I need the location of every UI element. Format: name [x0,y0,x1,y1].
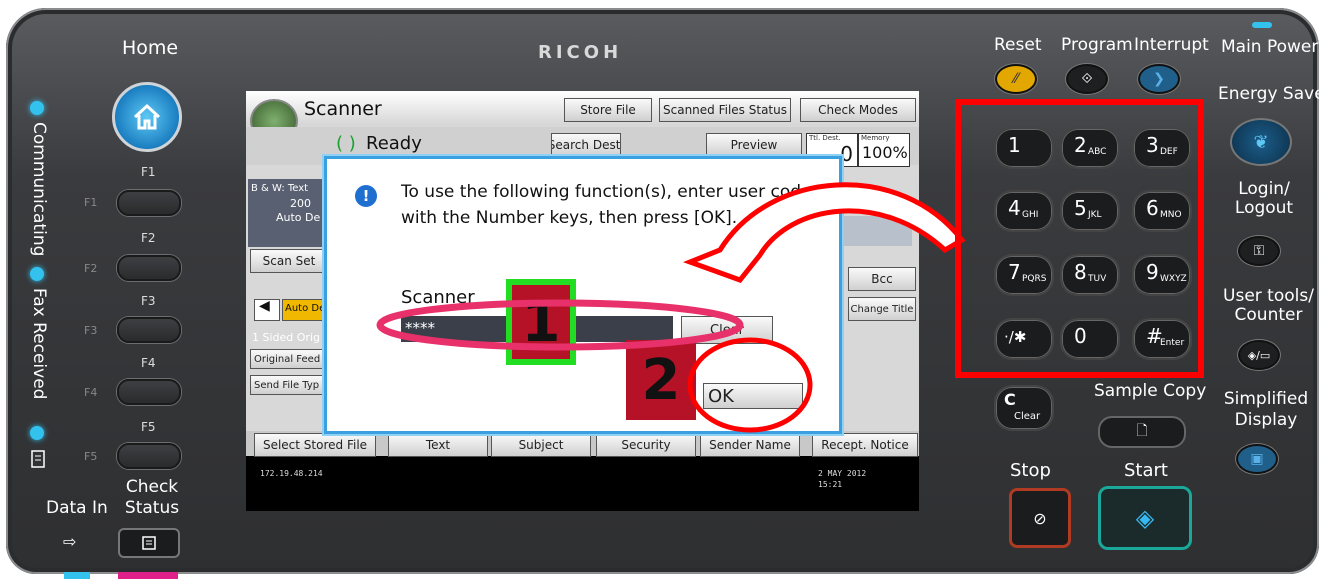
energy-saver-label: Energy Saver [1218,84,1325,104]
key-4-letters: GHI [1022,210,1039,220]
sample-copy-label: Sample Copy [1094,381,1207,401]
user-code-highlight-ellipse [376,299,744,351]
main-power-label: Main Power [1221,37,1319,57]
start-icon: ◈ [1135,504,1155,532]
key-5[interactable]: 5 JKL [1060,190,1120,232]
key-7[interactable]: 7 PQRS [994,254,1054,296]
stop-button[interactable]: ⊘ [1009,488,1071,548]
key-9[interactable]: 9 WXYZ [1132,254,1192,296]
login-key-icon: ⚿ [1253,243,1265,259]
simplified-display-button[interactable]: ▣ [1236,444,1278,474]
key-4[interactable]: 4 GHI [994,190,1054,232]
simplified-display-label: Simplified Display [1223,389,1309,430]
key-2-digit: 2 [1074,133,1087,157]
key-4-digit: 4 [1008,196,1021,220]
key-8-digit: 8 [1074,260,1087,284]
user-tools-label: User tools/ Counter [1223,286,1314,325]
key-7-letters: PQRS [1022,274,1047,284]
clear-key-letter: C [1004,390,1016,409]
key-2-letters: ABC [1088,147,1107,157]
clear-key-sublabel: Clear [1014,411,1041,422]
login-logout-button[interactable]: ⚿ [1238,236,1280,266]
main-power-led [1252,22,1272,28]
key-3-letters: DEF [1160,147,1178,157]
interrupt-button[interactable]: ❯ [1138,64,1180,94]
start-button[interactable]: ◈ [1098,486,1192,550]
key-1[interactable]: 1 [994,127,1054,169]
user-tools-icon: ◈/▭ [1247,348,1271,362]
key-0[interactable]: 0 [1060,318,1120,360]
key-9-digit: 9 [1146,260,1159,284]
key-6[interactable]: 6 MNO [1132,190,1192,232]
reset-button[interactable]: ⁄⁄ [995,64,1037,94]
sample-copy-button[interactable]: 🗋 [1098,416,1186,448]
reset-icon: ⁄⁄ [1013,71,1019,87]
stop-label: Stop [1010,460,1051,481]
start-label: Start [1124,460,1168,481]
reset-label: Reset [994,35,1042,55]
key-5-letters: JKL [1088,210,1102,220]
key-6-letters: MNO [1160,210,1182,220]
sample-copy-icon: 🗋 [1136,423,1148,439]
program-label: Program [1061,35,1133,55]
simplified-display-icon: ▣ [1250,451,1264,467]
key-3[interactable]: 3 DEF [1132,127,1192,169]
key-8-letters: TUV [1088,274,1107,284]
key-8[interactable]: 8 TUV [1060,254,1120,296]
interrupt-icon: ❯ [1153,71,1165,87]
key-enter-label: Enter [1160,338,1185,348]
ok-highlight-ellipse [687,337,813,433]
energy-saver-icon: ❦ [1253,131,1269,153]
key-enter[interactable]: # Enter [1132,318,1192,360]
clear-key[interactable]: C Clear [994,385,1054,431]
key-5-digit: 5 [1074,196,1087,220]
stop-icon: ⊘ [1033,508,1047,528]
user-tools-button[interactable]: ◈/▭ [1238,340,1280,370]
key-star-symbol: ·/✱ [1004,328,1027,346]
key-tone-star[interactable]: ·/✱ [994,318,1054,360]
interrupt-label: Interrupt [1134,35,1209,55]
energy-saver-button[interactable]: ❦ [1230,118,1292,166]
pointer-arrow [682,182,966,283]
program-icon: ⟐ [1081,71,1093,87]
key-6-digit: 6 [1146,196,1159,220]
key-1-digit: 1 [1008,133,1021,157]
key-9-letters: WXYZ [1160,274,1187,284]
key-7-digit: 7 [1008,260,1021,284]
key-0-digit: 0 [1074,324,1087,348]
program-button[interactable]: ⟐ [1066,64,1108,94]
key-2[interactable]: 2 ABC [1060,127,1120,169]
login-logout-label: Login/ Logout [1234,179,1294,218]
key-3-digit: 3 [1146,133,1159,157]
